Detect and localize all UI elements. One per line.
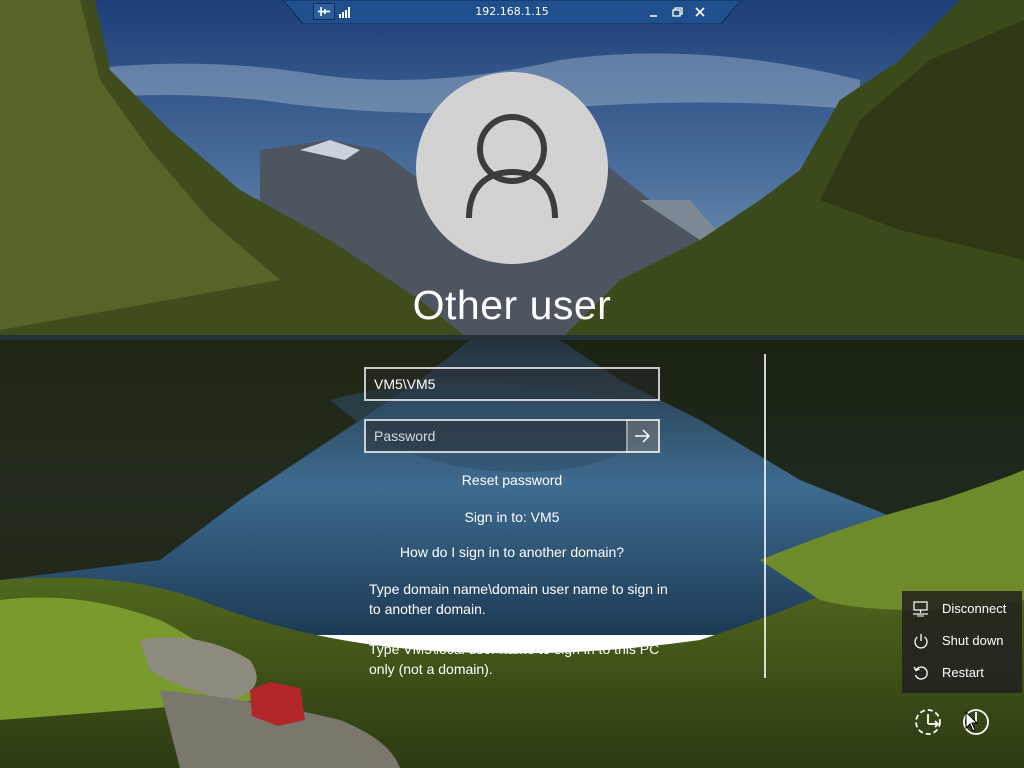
disconnect-label: Disconnect — [942, 601, 1007, 616]
restart-label: Restart — [942, 665, 984, 680]
submit-button[interactable] — [626, 419, 660, 453]
restore-icon[interactable] — [669, 4, 685, 20]
vertical-divider — [764, 354, 766, 678]
power-icon — [914, 634, 928, 649]
disconnect-menu-item[interactable]: Disconnect — [902, 593, 1022, 625]
pin-button[interactable] — [313, 3, 335, 20]
user-icon — [466, 114, 558, 219]
arrow-right-icon — [635, 429, 651, 443]
sign-in-target: Sign in to: VM5 — [464, 509, 560, 525]
password-field[interactable] — [364, 419, 628, 453]
pin-icon — [318, 7, 330, 16]
minimize-icon[interactable] — [646, 4, 662, 20]
reset-password-link[interactable]: Reset password — [312, 472, 712, 488]
avatar — [416, 72, 608, 264]
power-menu: Disconnect Shut down Restart — [902, 591, 1022, 693]
restart-icon — [913, 666, 928, 680]
ease-of-access-button[interactable] — [910, 704, 946, 740]
username-field[interactable] — [364, 367, 660, 401]
user-display-name: Other user — [412, 282, 612, 328]
close-icon[interactable] — [692, 4, 708, 20]
ease-of-access-icon — [915, 709, 941, 735]
connection-quality-icon[interactable] — [339, 5, 353, 18]
shut-down-menu-item[interactable]: Shut down — [902, 625, 1022, 657]
restart-menu-item[interactable]: Restart — [902, 657, 1022, 689]
domain-sign-in-info: Type domain name\domain user name to sig… — [369, 581, 668, 617]
shut-down-label: Shut down — [942, 633, 1004, 648]
other-domain-help-link[interactable]: How do I sign in to another domain? — [312, 544, 712, 560]
local-sign-in-info: Type VM5\local user name to sign in to t… — [369, 641, 660, 677]
mouse-cursor-icon — [965, 711, 979, 732]
monitor-disconnect-icon — [913, 601, 928, 617]
